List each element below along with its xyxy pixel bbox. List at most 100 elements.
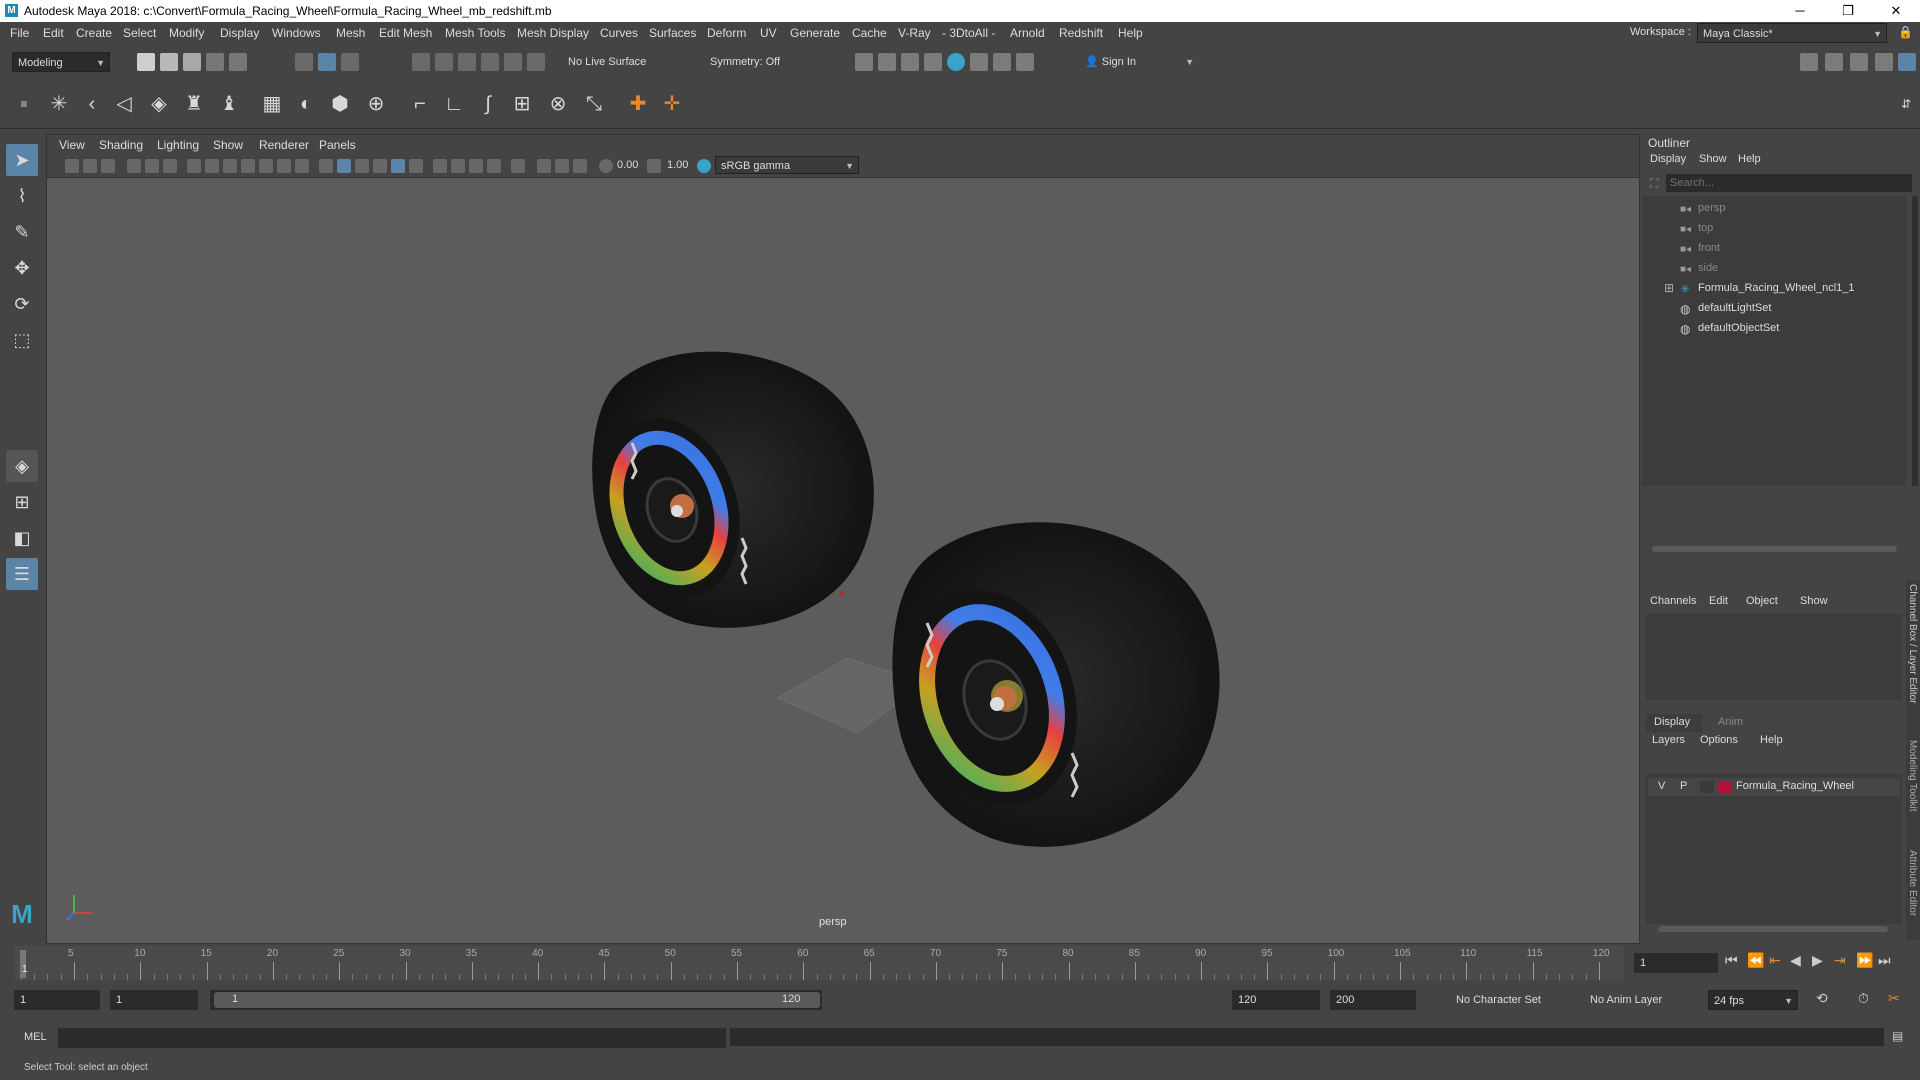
cluster-icon[interactable]: ⊗	[544, 90, 572, 118]
render-view-icon[interactable]	[970, 53, 988, 71]
smooth-shade-icon[interactable]	[337, 159, 351, 173]
layer-row[interactable]: V P Formula_Racing_Wheel	[1648, 778, 1900, 796]
safe-action-icon[interactable]	[277, 159, 291, 173]
layer-playback-toggle[interactable]: P	[1680, 780, 1687, 792]
layer-color-swatch[interactable]	[1718, 781, 1732, 793]
camera-attr-icon[interactable]	[83, 159, 97, 173]
gamma-icon[interactable]	[647, 159, 661, 173]
camera-select-icon[interactable]	[65, 159, 79, 173]
attribute-editor-icon[interactable]	[1825, 53, 1843, 71]
snap-grid-icon[interactable]	[412, 53, 430, 71]
ambient-occlusion-icon[interactable]	[451, 159, 465, 173]
current-frame-field[interactable]: 1	[1634, 953, 1718, 973]
lights-icon[interactable]	[409, 159, 423, 173]
modeling-toolkit-icon[interactable]	[1800, 53, 1818, 71]
menu-generate[interactable]: Generate	[790, 26, 840, 40]
2d-pan-icon[interactable]	[145, 159, 159, 173]
minimize-button[interactable]: ─	[1780, 2, 1820, 20]
colorspace-dropdown[interactable]: sRGB gamma ▼	[715, 156, 859, 174]
channel-box-icon[interactable]	[1875, 53, 1893, 71]
menu-select[interactable]: Select	[123, 26, 156, 40]
rotate-tool-icon[interactable]: ⟳	[6, 288, 38, 320]
scale-tool-icon[interactable]: ⬚	[6, 324, 38, 356]
edge-tool-icon[interactable]: ‹	[78, 90, 106, 118]
step-forward-frame-icon[interactable]: ⇥	[1834, 952, 1846, 969]
tab-display[interactable]: Display	[1646, 714, 1702, 732]
sign-in-button[interactable]: 👤 Sign In ▼	[1080, 52, 1198, 72]
side-tab-attribute-editor[interactable]: Attribute Editor	[1907, 850, 1918, 916]
redo-icon[interactable]	[229, 53, 247, 71]
menu-mesh[interactable]: Mesh	[336, 26, 365, 40]
viewport-menu-panels[interactable]: Panels	[319, 138, 356, 152]
close-button[interactable]: ✕	[1876, 2, 1916, 20]
color-management-icon[interactable]	[697, 159, 711, 173]
single-view-icon[interactable]: ◈	[6, 450, 38, 482]
ipr-render-icon[interactable]	[901, 53, 919, 71]
film-gate-icon[interactable]	[205, 159, 219, 173]
xray-icon[interactable]	[537, 159, 551, 173]
hypershade-icon[interactable]	[947, 53, 965, 71]
menu-curves[interactable]: Curves	[600, 26, 638, 40]
antialiasing-icon[interactable]	[487, 159, 501, 173]
menu-file[interactable]: File	[10, 26, 29, 40]
lasso-tool-icon[interactable]: ⌇	[6, 180, 38, 212]
menu-mesh-display[interactable]: Mesh Display	[517, 26, 589, 40]
bend-icon[interactable]: ⌐	[406, 90, 434, 118]
menu-edit[interactable]: Edit	[43, 26, 64, 40]
command-input[interactable]	[58, 1028, 726, 1048]
four-view-icon[interactable]: ⊞	[6, 486, 38, 518]
face-tool-icon[interactable]: ◁	[110, 90, 138, 118]
loop-icon[interactable]: ⟲	[1816, 990, 1828, 1007]
curve-tool-icon[interactable]: ∫	[474, 90, 502, 118]
render-sequence-icon[interactable]	[878, 53, 896, 71]
tool-settings-icon[interactable]	[1850, 53, 1868, 71]
outliner-item-side[interactable]: side	[1698, 262, 1718, 274]
channels-menu-show[interactable]: Show	[1800, 595, 1828, 607]
side-tab-modeling-toolkit[interactable]: Modeling Toolkit	[1907, 740, 1918, 812]
shelf-scroll-icon[interactable]: ⇵	[1892, 90, 1920, 118]
default-material-icon[interactable]	[355, 159, 369, 173]
menu-mesh-tools[interactable]: Mesh Tools	[445, 26, 505, 40]
menu-windows[interactable]: Windows	[272, 26, 321, 40]
step-forward-key-icon[interactable]: ⏩	[1856, 952, 1873, 969]
outliner-item-defaultlightset[interactable]: defaultLightSet	[1698, 302, 1771, 314]
wireframe-icon[interactable]	[319, 159, 333, 173]
maximize-button[interactable]: ❐	[1828, 2, 1868, 20]
menu-surfaces[interactable]: Surfaces	[649, 26, 696, 40]
menu-display[interactable]: Display	[220, 26, 259, 40]
open-scene-icon[interactable]	[160, 53, 178, 71]
snap-view-icon[interactable]	[481, 53, 499, 71]
symmetry-field[interactable]: Symmetry: Off	[705, 52, 805, 72]
lattice-icon[interactable]: ⊞	[508, 90, 536, 118]
select-component-icon[interactable]	[341, 53, 359, 71]
playback-start-field[interactable]: 1	[110, 990, 198, 1010]
menu-3dtoall[interactable]: - 3DtoAll -	[942, 26, 995, 40]
workspace-dropdown[interactable]: Maya Classic* ▼	[1697, 23, 1887, 43]
outliner-hscrollbar[interactable]	[1652, 546, 1897, 552]
gate-mask-icon[interactable]	[241, 159, 255, 173]
outliner-menu-display[interactable]: Display	[1650, 153, 1686, 165]
outliner-vscrollbar[interactable]	[1912, 196, 1918, 486]
skeleton-icon[interactable]: ♝	[215, 90, 243, 118]
expand-icon[interactable]: ⊞	[1664, 281, 1674, 295]
select-tool-icon[interactable]: ➤	[6, 144, 38, 176]
new-scene-icon[interactable]	[137, 53, 155, 71]
two-view-icon[interactable]: ◧	[6, 522, 38, 554]
time-slider-track[interactable]	[14, 946, 1624, 980]
humanik-icon[interactable]: ♜	[180, 90, 208, 118]
menu-cache[interactable]: Cache	[852, 26, 887, 40]
channels-menu-channels[interactable]: Channels	[1650, 595, 1696, 607]
layer-type-toggle[interactable]	[1700, 781, 1714, 793]
lock-icon[interactable]: 🔒	[1898, 25, 1913, 39]
viewport-menu-renderer[interactable]: Renderer	[259, 138, 309, 152]
animation-end-field[interactable]: 200	[1330, 990, 1416, 1010]
channels-menu-object[interactable]: Object	[1746, 595, 1778, 607]
cmd-language-label[interactable]: MEL	[24, 1031, 47, 1043]
play-backward-icon[interactable]: ◀	[1790, 952, 1801, 969]
render-settings-icon[interactable]	[924, 53, 942, 71]
layer-editor-icon[interactable]	[1898, 53, 1916, 71]
layer-hscrollbar[interactable]	[1658, 926, 1888, 932]
menu-redshift[interactable]: Redshift	[1059, 26, 1103, 40]
layer-visibility-toggle[interactable]: V	[1658, 780, 1665, 792]
live-surface-field[interactable]: No Live Surface	[563, 52, 665, 72]
